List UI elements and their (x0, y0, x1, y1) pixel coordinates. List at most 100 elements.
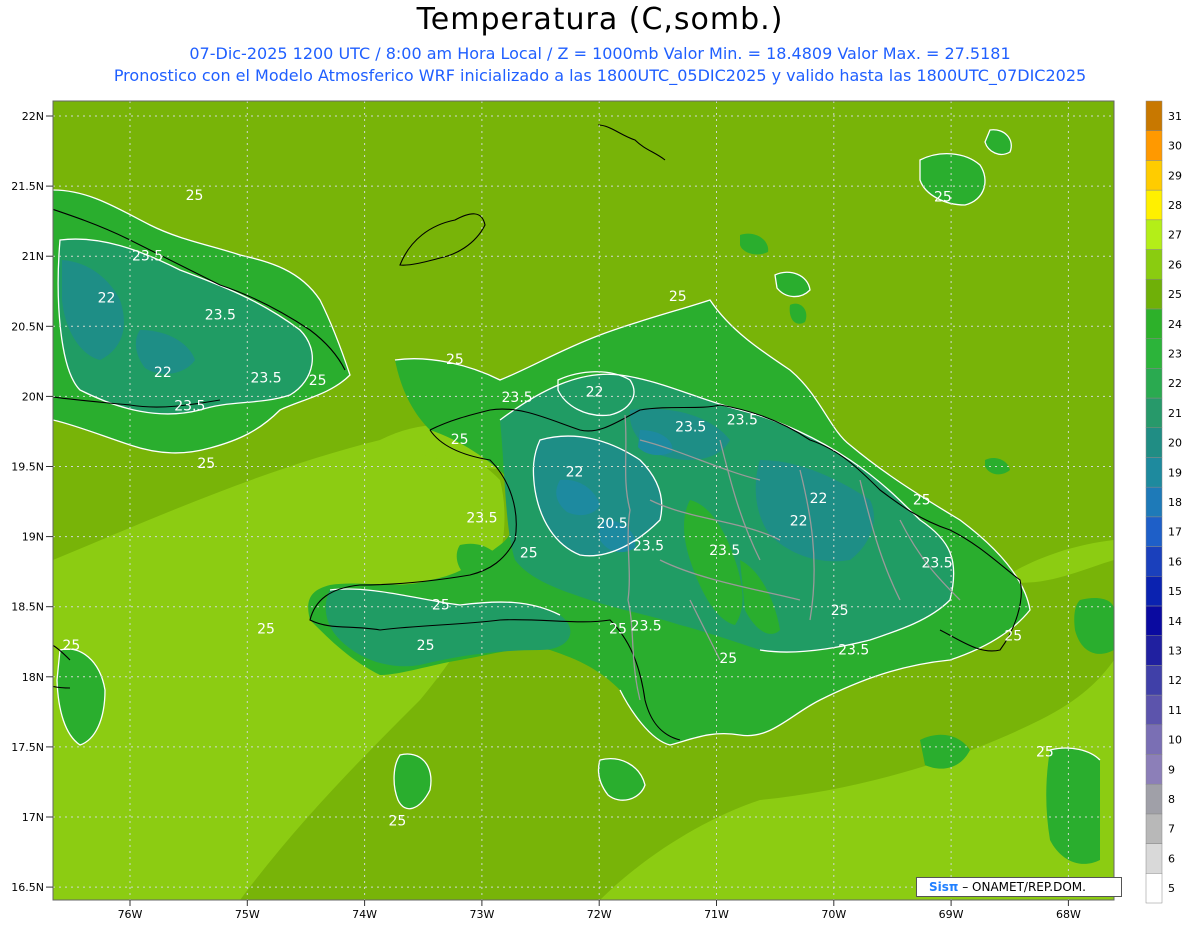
longitude-axis: 76W 75W 74W 73W 72W 71W 70W 69W 68W (118, 900, 1081, 921)
colorbar-label: 16 (1168, 555, 1182, 568)
contour-label: 25 (913, 492, 931, 508)
colorbar-label: 12 (1168, 674, 1182, 687)
lat-tick-label: 17N (22, 811, 44, 824)
colorbar-swatch (1145, 783, 1163, 815)
colorbar-label: 13 (1168, 645, 1182, 658)
colorbar-swatch (1145, 100, 1163, 131)
colorbar-swatch (1145, 278, 1163, 310)
colorbar-swatch (1145, 457, 1163, 488)
credit-box: Sisπ – ONAMET/REP.DOM. (916, 877, 1122, 897)
lat-tick-label: 18.5N (11, 601, 44, 614)
contour-label: 25 (1036, 745, 1054, 761)
contour-label: 25 (609, 621, 627, 637)
lon-tick-label: 76W (118, 908, 143, 921)
contour-label: 23.5 (631, 619, 662, 635)
contour-label: 25 (446, 352, 464, 368)
colorbar-label: 31 (1168, 110, 1182, 123)
colorbar-swatch (1145, 427, 1163, 458)
colorbar-label: 30 (1168, 140, 1182, 153)
colorbar-swatch (1145, 754, 1163, 785)
contour-label: 23.5 (174, 398, 205, 414)
contour-label: 20.5 (597, 516, 628, 532)
colorbar-label: 14 (1168, 615, 1182, 628)
contour-label: 22 (790, 513, 808, 529)
contour-label: 22 (566, 464, 584, 480)
contour-label: 25 (432, 598, 450, 614)
lon-tick-label: 73W (469, 908, 494, 921)
lat-tick-label: 21.5N (11, 180, 44, 193)
colorbar-swatch (1145, 694, 1163, 726)
colorbar-label: 8 (1168, 793, 1175, 806)
colorbar-swatch (1145, 249, 1163, 280)
colorbar-label: 23 (1168, 347, 1182, 360)
contour-label: 25 (719, 651, 737, 667)
contour-label: 25 (257, 621, 275, 637)
contour-label: 23.5 (675, 419, 706, 435)
colorbar-swatch (1145, 160, 1163, 191)
contour-label: 23.5 (709, 543, 740, 559)
contour-label: 23.5 (132, 248, 163, 264)
colorbar-swatch (1145, 189, 1163, 221)
colorbar-label: 7 (1168, 823, 1175, 836)
lat-tick-label: 21N (22, 250, 44, 263)
lon-tick-label: 72W (587, 908, 612, 921)
colorbar-swatch (1145, 308, 1163, 339)
contour-label: 25 (831, 603, 849, 619)
colorbar-label: 21 (1168, 407, 1182, 420)
lat-tick-label: 18N (22, 671, 44, 684)
colorbar-swatch (1145, 843, 1163, 874)
latitude-axis: 22N 21.5N 21N 20.5N 20N 19.5N 19N 18.5N 18N 17.5N… (11, 110, 53, 894)
lat-tick-label: 19.5N (11, 461, 44, 474)
colorbar-swatch (1145, 635, 1163, 666)
lon-tick-label: 75W (235, 908, 260, 921)
colorbar-swatch (1145, 873, 1163, 904)
colorbar-swatch (1145, 219, 1163, 250)
credit-text: – ONAMET/REP.DOM. (962, 880, 1086, 894)
lat-tick-label: 20N (22, 390, 44, 403)
colorbar-swatch (1145, 576, 1163, 607)
contour-label: 22 (154, 365, 172, 381)
colorbar-swatch (1145, 813, 1163, 844)
lon-tick-label: 70W (821, 908, 846, 921)
contour-label: 25 (62, 638, 80, 654)
colorbar-label: 15 (1168, 585, 1182, 598)
contour-label: 25 (669, 289, 687, 305)
colorbar-label: 20 (1168, 437, 1182, 450)
contour-label: 23.5 (205, 307, 236, 323)
colorbar-swatch (1145, 724, 1163, 755)
lat-tick-label: 22N (22, 110, 44, 123)
lon-tick-label: 69W (939, 908, 964, 921)
colorbar-label: 9 (1168, 763, 1175, 776)
colorbar-label: 10 (1168, 734, 1182, 747)
contour-label: 23.5 (727, 412, 758, 428)
contour-label: 22 (98, 290, 116, 306)
map-plot-area: 2523.52223.522 23.5 2523.525252523.5 222523… (53, 101, 1114, 900)
contour-label: 25 (1004, 628, 1022, 644)
colorbar-label: 11 (1168, 704, 1182, 717)
contour-label: 23.5 (502, 390, 533, 406)
colorbar-label: 6 (1168, 852, 1175, 865)
contour-label: 23.5 (466, 511, 497, 527)
colorbar-label: 18 (1168, 496, 1182, 509)
lon-tick-label: 68W (1056, 908, 1081, 921)
colorbar-swatch (1145, 665, 1163, 696)
colorbar-swatch (1145, 605, 1163, 636)
lat-tick-label: 16.5N (11, 881, 44, 894)
contour-label: 25 (417, 638, 435, 654)
contour-label: 25 (186, 188, 204, 204)
colorbar-swatch (1145, 338, 1163, 369)
lat-tick-label: 20.5N (11, 320, 44, 333)
contour-label: 22 (586, 384, 604, 400)
lat-tick-label: 17.5N (11, 741, 44, 754)
colorbar-label: 24 (1168, 318, 1182, 331)
colorbar-swatch (1145, 486, 1163, 518)
lon-tick-label: 71W (704, 908, 729, 921)
colorbar-label: 17 (1168, 526, 1182, 539)
colorbar-label: 5 (1168, 882, 1175, 895)
contour-label: 23.5 (921, 555, 952, 571)
temperature-map: 2523.52223.522 23.5 2523.525252523.5 222523… (11, 100, 1182, 921)
sispi-logo-text: Sisπ (929, 880, 959, 894)
lon-tick-label: 74W (352, 908, 377, 921)
colorbar-label: 19 (1168, 466, 1182, 479)
colorbar-label: 25 (1168, 288, 1182, 301)
